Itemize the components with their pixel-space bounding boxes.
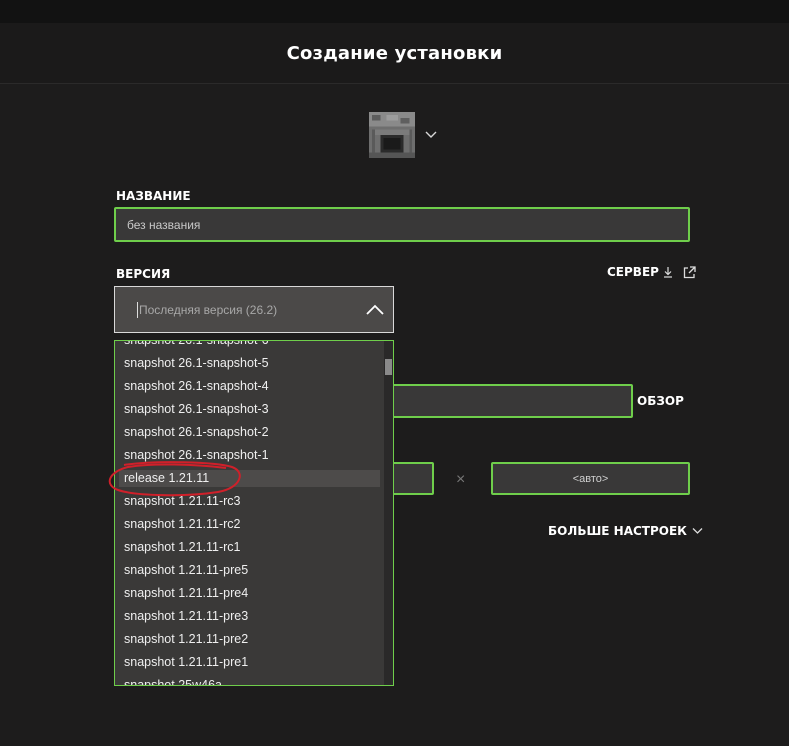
download-icon (663, 266, 672, 278)
chevron-up-icon (366, 304, 384, 315)
version-option[interactable]: snapshot 26.1-snapshot-1 (115, 444, 383, 467)
server-link[interactable]: СЕРВЕР (607, 265, 696, 279)
version-option[interactable]: snapshot 1.21.11-pre2 (115, 628, 383, 651)
furnace-icon[interactable] (369, 112, 415, 158)
page-title: Создание установки (286, 42, 503, 64)
resolution-height-placeholder: <авто> (572, 472, 609, 485)
version-select-value: Последняя версия (26.2) (139, 302, 278, 317)
version-option[interactable]: snapshot 1.21.11-pre5 (115, 559, 383, 582)
version-option[interactable]: snapshot 26.1-snapshot-6 (115, 341, 383, 352)
version-option[interactable]: snapshot 1.21.11-pre4 (115, 582, 383, 605)
times-icon: × (456, 471, 466, 488)
version-option[interactable]: snapshot 26.1-snapshot-2 (115, 421, 383, 444)
version-option[interactable]: snapshot 1.21.11-rc2 (115, 513, 383, 536)
browse-button[interactable]: ОБЗОР (637, 394, 684, 408)
name-placeholder: без названия (127, 217, 201, 232)
text-cursor (137, 301, 138, 318)
window-top-strip (0, 0, 789, 23)
chevron-down-icon[interactable] (424, 128, 438, 142)
version-option[interactable]: snapshot 26.1-snapshot-3 (115, 398, 383, 421)
version-options: snapshot 26.1-snapshot-6 snapshot 26.1-sn… (115, 341, 383, 685)
version-option[interactable]: snapshot 25w46a (115, 674, 383, 685)
more-settings-label: БОЛЬШЕ НАСТРОЕК (548, 524, 687, 538)
game-directory-input[interactable] (380, 384, 633, 418)
version-option[interactable]: snapshot 26.1-snapshot-4 (115, 375, 383, 398)
name-input[interactable]: без названия (114, 207, 690, 242)
dropdown-scrollbar-thumb[interactable] (385, 359, 392, 375)
server-link-label: СЕРВЕР (607, 265, 659, 279)
version-option[interactable]: snapshot 1.21.11-rc1 (115, 536, 383, 559)
version-option[interactable]: snapshot 1.21.11-pre3 (115, 605, 383, 628)
more-settings-button[interactable]: БОЛЬШЕ НАСТРОЕК (548, 524, 703, 538)
resolution-height-input[interactable]: <авто> (491, 462, 690, 495)
version-label: ВЕРСИЯ (116, 267, 171, 281)
chevron-down-icon (692, 528, 703, 534)
version-select[interactable]: Последняя версия (26.2) (114, 286, 394, 333)
name-label: НАЗВАНИЕ (116, 189, 191, 203)
version-option[interactable]: snapshot 1.21.11-pre1 (115, 651, 383, 674)
version-option[interactable]: snapshot 26.1-snapshot-5 (115, 352, 383, 375)
dropdown-scrollbar[interactable] (384, 341, 393, 685)
version-option[interactable]: snapshot 1.21.11-rc3 (115, 490, 383, 513)
page-header: Создание установки (0, 23, 789, 84)
version-dropdown-list[interactable]: snapshot 26.1-snapshot-6 snapshot 26.1-sn… (114, 340, 394, 686)
external-link-icon[interactable] (683, 265, 696, 279)
version-option-highlighted[interactable]: release 1.21.11 (119, 470, 380, 487)
